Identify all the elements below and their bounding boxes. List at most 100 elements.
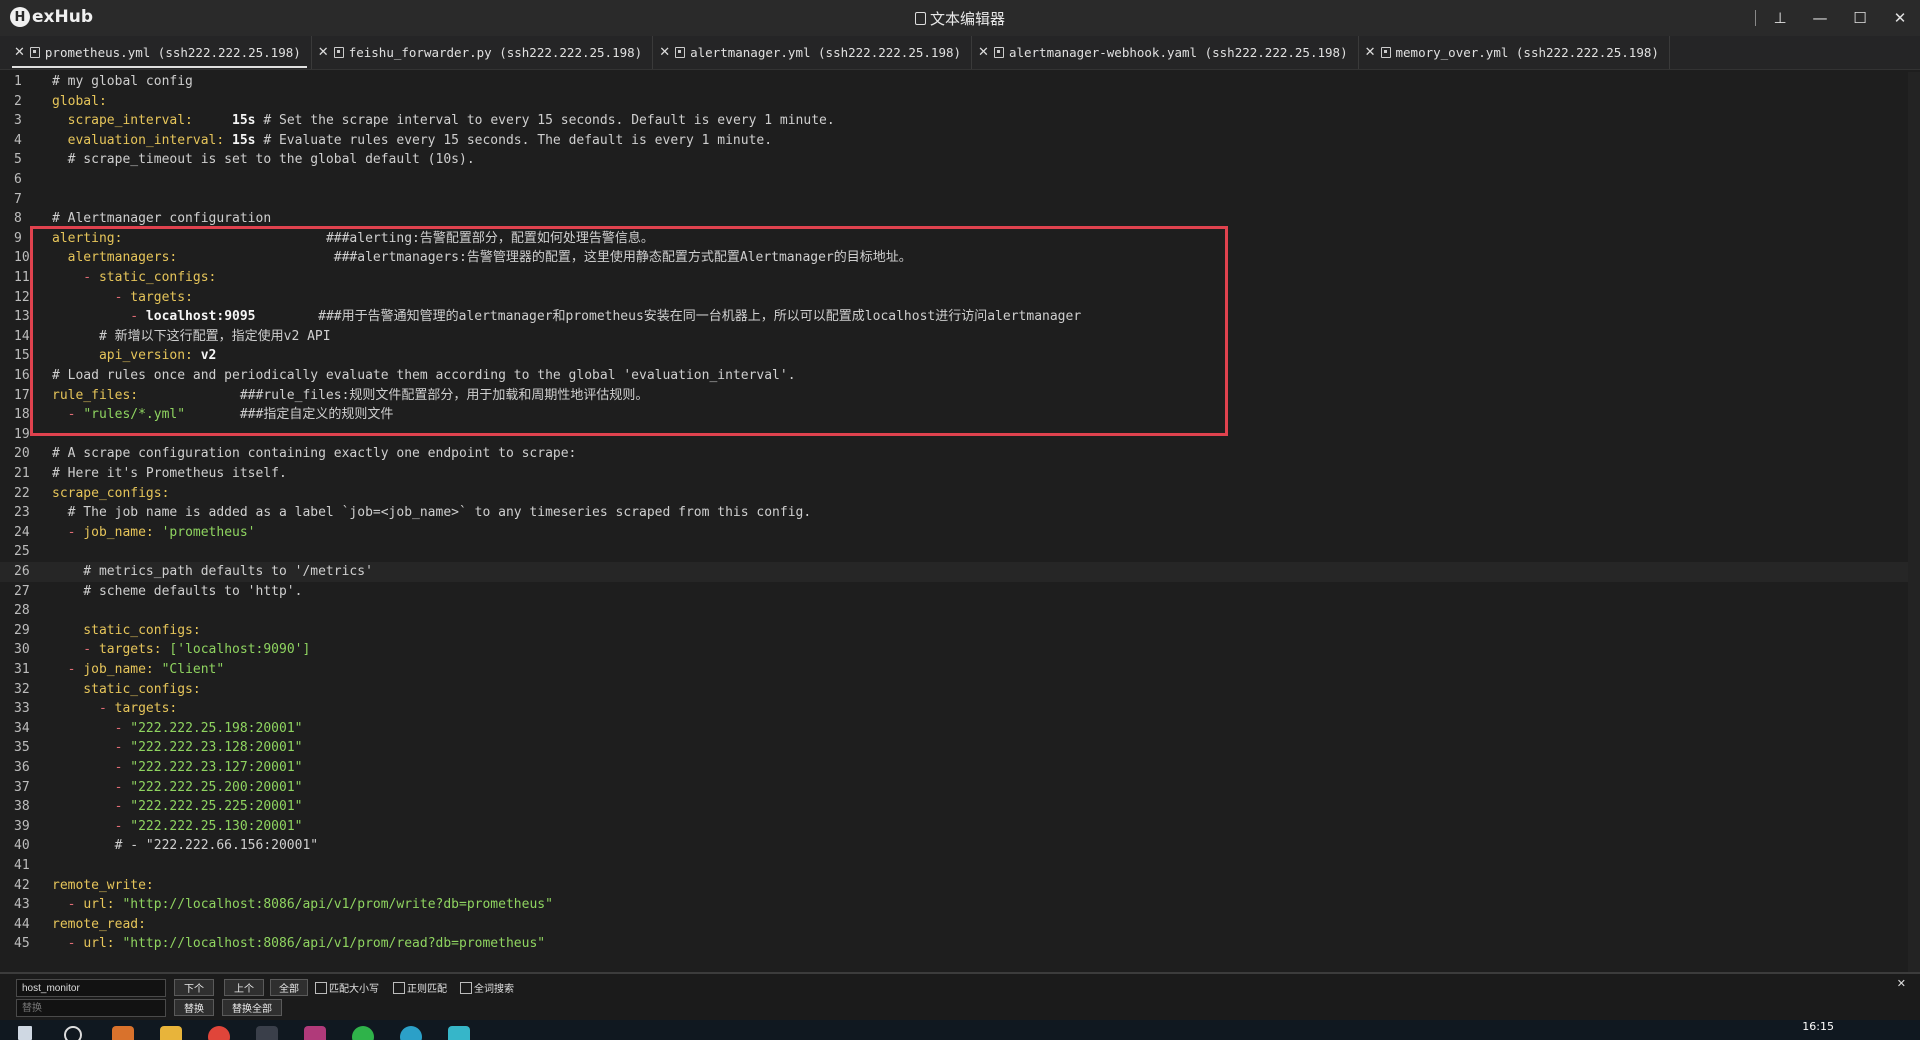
code-line[interactable]: 3 scrape_interval: 15s # Set the scrape …	[0, 111, 1908, 131]
tab-close-icon[interactable]: ✕	[14, 45, 25, 60]
tab-3[interactable]: ✕ alertmanager.yml (ssh222.222.25.198)	[653, 36, 973, 69]
code-line[interactable]: 19	[0, 425, 1908, 445]
line-number: 18	[14, 407, 30, 423]
code-token: -	[52, 818, 131, 834]
code-line[interactable]: 15 api_version: v2	[0, 346, 1908, 366]
code-line[interactable]: 5 # scrape_timeout is set to the global …	[0, 150, 1908, 170]
tab-close-icon[interactable]: ✕	[1365, 45, 1376, 60]
tab-close-icon[interactable]: ✕	[659, 45, 670, 60]
code-line[interactable]: 21 # Here it's Prometheus itself.	[0, 464, 1908, 484]
tab-4[interactable]: ✕ alertmanager-webhook.yaml (ssh222.222.2…	[972, 36, 1359, 69]
match-case-checkbox[interactable]	[315, 981, 327, 994]
code-line[interactable]: 6	[0, 170, 1908, 190]
line-number: 27	[14, 583, 30, 599]
code-line[interactable]: 44 remote_read:	[0, 915, 1908, 935]
code-line[interactable]: 40 # - "222.222.66.156:20001"	[0, 836, 1908, 856]
code-line[interactable]: 8 # Alertmanager configuration	[0, 209, 1908, 229]
code-line[interactable]: 4 evaluation_interval: 15s # Evaluate ru…	[0, 131, 1908, 151]
code-line[interactable]: 36 - "222.222.23.127:20001"	[0, 758, 1908, 778]
vertical-scrollbar[interactable]	[1908, 72, 1920, 972]
code-line[interactable]: 17 rule_files: ###rule_files:规则文件配置部分，用于加…	[0, 386, 1908, 406]
code-line[interactable]: 33 - targets:	[0, 699, 1908, 719]
code-line[interactable]: 35 - "222.222.23.128:20001"	[0, 738, 1908, 758]
code-token: -	[52, 760, 131, 775]
whole-word-checkbox[interactable]	[460, 981, 472, 994]
code-line[interactable]: 2 global:	[0, 92, 1908, 112]
code-line[interactable]: 30 - targets: ['localhost:9090']	[0, 640, 1908, 660]
close-find-bar-button[interactable]: ✕	[1897, 977, 1906, 990]
minimize-button[interactable]: —	[1800, 0, 1840, 36]
find-input[interactable]	[16, 979, 166, 997]
folder-icon[interactable]	[160, 1026, 182, 1040]
code-line[interactable]: 24 - job_name: 'prometheus'	[0, 523, 1908, 543]
taskbar-app-icon[interactable]	[112, 1026, 134, 1040]
regex-option[interactable]: 正则匹配	[393, 980, 447, 995]
line-code: - "222.222.25.130:20001"	[52, 817, 303, 837]
pin-button[interactable]: ⊥	[1760, 0, 1800, 36]
chrome-icon[interactable]	[208, 1026, 230, 1040]
code-line[interactable]: 10 alertmanagers: ###alertmanagers:告警管理器…	[0, 248, 1908, 268]
code-line[interactable]: 43 - url: "http://localhost:8086/api/v1/…	[0, 895, 1908, 915]
code-line[interactable]: 18 - "rules/*.yml" ###指定自定义的规则文件	[0, 405, 1908, 425]
regex-checkbox[interactable]	[393, 981, 405, 994]
code-editor[interactable]: 1 # my global config 2 global: 3 scrape_inte…	[0, 72, 1908, 972]
find-next-button[interactable]: 下个	[174, 979, 214, 996]
code-token: -	[52, 642, 99, 658]
code-line[interactable]: 29 static_configs:	[0, 621, 1908, 641]
code-line[interactable]: 9 alerting: ###alerting:告警配置部分，配置如何处理告警信息…	[0, 229, 1908, 249]
search-icon[interactable]	[64, 1026, 82, 1040]
whole-word-option[interactable]: 全词搜索	[460, 980, 514, 995]
code-line[interactable]: 32 static_configs:	[0, 680, 1908, 700]
code-line[interactable]: 11 - static_configs:	[0, 268, 1908, 288]
code-line[interactable]: 26 # metrics_path defaults to '/metrics'	[0, 562, 1908, 582]
line-code: # Load rules once and periodically evalu…	[52, 366, 796, 386]
line-code: remote_read:	[52, 915, 146, 935]
code-line[interactable]: 45 - url: "http://localhost:8086/api/v1/…	[0, 934, 1908, 954]
code-line[interactable]: 38 - "222.222.25.225:20001"	[0, 797, 1908, 817]
code-line[interactable]: 14 # 新增以下这行配置，指定使用v2 API	[0, 327, 1908, 347]
find-prev-button[interactable]: 上个	[224, 979, 264, 996]
code-line[interactable]: 28	[0, 601, 1908, 621]
code-line[interactable]: 42 remote_write:	[0, 876, 1908, 896]
replace-input[interactable]	[16, 999, 166, 1017]
line-number: 29	[14, 622, 30, 638]
code-line[interactable]: 7	[0, 190, 1908, 210]
line-code: # A scrape configuration containing exac…	[52, 444, 576, 464]
line-code: - job_name: "Client"	[52, 660, 225, 680]
hexhub-icon[interactable]	[256, 1026, 278, 1040]
tab-5[interactable]: ✕ memory_over.yml (ssh222.222.25.198)	[1359, 36, 1670, 69]
taskbar-clock[interactable]: 16:15	[1802, 1020, 1834, 1033]
code-line[interactable]: 13 - localhost:9095 ###用于告警通知管理的alertman…	[0, 307, 1908, 327]
code-token: ['localhost:9090']	[169, 642, 311, 658]
taskbar-tool-icon[interactable]	[448, 1026, 470, 1040]
ide-icon[interactable]	[304, 1026, 326, 1040]
match-case-option[interactable]: 匹配大小写	[315, 980, 379, 995]
wechat-icon[interactable]	[352, 1026, 374, 1040]
code-line[interactable]: 34 - "222.222.25.198:20001"	[0, 719, 1908, 739]
code-line[interactable]: 20 # A scrape configuration containing ex…	[0, 444, 1908, 464]
code-line[interactable]: 37 - "222.222.25.200:20001"	[0, 778, 1908, 798]
close-window-button[interactable]: ✕	[1880, 0, 1920, 36]
code-line[interactable]: 39 - "222.222.25.130:20001"	[0, 817, 1908, 837]
tab-1[interactable]: ✕ prometheus.yml (ssh222.222.25.198)	[8, 36, 312, 69]
find-all-button[interactable]: 全部	[270, 979, 308, 996]
code-line[interactable]: 25	[0, 542, 1908, 562]
code-line[interactable]: 41	[0, 856, 1908, 876]
code-line[interactable]: 31 - job_name: "Client"	[0, 660, 1908, 680]
tab-close-icon[interactable]: ✕	[318, 45, 329, 60]
code-line[interactable]: 1 # my global config	[0, 72, 1908, 92]
line-number: 30	[14, 642, 30, 658]
code-line[interactable]: 16 # Load rules once and periodically eva…	[0, 366, 1908, 386]
maximize-button[interactable]: ☐	[1840, 0, 1880, 36]
tab-2[interactable]: ✕ feishu_forwarder.py (ssh222.222.25.198)	[312, 36, 654, 69]
code-line[interactable]: 27 # scheme defaults to 'http'.	[0, 582, 1908, 602]
tab-close-icon[interactable]: ✕	[978, 45, 989, 60]
start-icon[interactable]	[18, 1026, 32, 1040]
browser-icon[interactable]	[400, 1026, 422, 1040]
replace-all-button[interactable]: 替换全部	[222, 999, 282, 1016]
code-line[interactable]: 22 scrape_configs:	[0, 484, 1908, 504]
code-line[interactable]: 12 - targets:	[0, 288, 1908, 308]
replace-button[interactable]: 替换	[174, 999, 214, 1016]
code-line[interactable]: 23 # The job name is added as a label `j…	[0, 503, 1908, 523]
